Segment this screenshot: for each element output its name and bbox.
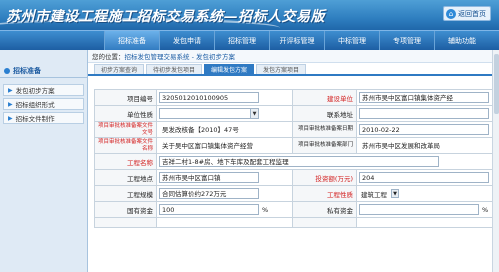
next-row-value: [156, 217, 293, 228]
project-name-field[interactable]: 吉祥二村1-8#房、地下车库及配套工程监理: [159, 156, 439, 167]
approval-authority-label: 项目审批核准备案部门: [292, 137, 357, 154]
approval-doc-no-label: 项目审批核准备案文件文号: [94, 121, 157, 138]
approval-date-label: 项目审批核准备案日期: [292, 121, 357, 138]
main-nav: 招标准备 发包申请 招标管理 开评标管理 中标管理 专项管理 辅助功能: [0, 30, 499, 51]
nav-item-tender[interactable]: 招标管理: [214, 31, 269, 51]
arrow-icon: ▶: [8, 114, 13, 122]
nav-item-prep[interactable]: 招标准备: [104, 31, 159, 51]
private-funds-unit: %: [482, 205, 489, 214]
project-type-value: 建筑工程: [361, 190, 387, 199]
home-icon: ⌂: [446, 8, 456, 19]
next-row-label: [94, 217, 157, 228]
project-type-select[interactable]: 建筑工程 ▼: [359, 188, 399, 199]
private-funds-field[interactable]: [359, 204, 479, 215]
sidebar-item-doc-make[interactable]: ▶ 招标文件制作: [3, 112, 84, 124]
nav-item-apply[interactable]: 发包申请: [159, 31, 214, 51]
arrow-icon: ▶: [8, 100, 13, 108]
unit-nature-select[interactable]: ▼: [159, 108, 259, 119]
chevron-down-icon: ▼: [250, 109, 258, 118]
tab-plan-projects[interactable]: 发包方案项目: [256, 64, 307, 74]
unit-nature-label: 单位性质: [94, 105, 157, 122]
project-code-label: 项目编号: [94, 89, 157, 106]
builder-field[interactable]: 苏州市吴中区富口镇集体资产经: [359, 92, 489, 103]
plan-form: 项目编号 3205012010100905 建设单位 苏州市吴中区富口镇集体资产…: [94, 89, 498, 228]
tab-edit-plan[interactable]: 编辑发包方案: [204, 64, 255, 74]
approval-authority-field[interactable]: 苏州市吴中区发展和改革局: [359, 140, 489, 151]
nav-item-aux[interactable]: 辅助功能: [434, 31, 489, 51]
location-label: 工程地点: [94, 169, 157, 186]
nav-item-special[interactable]: 专项管理: [379, 31, 434, 51]
sidebar-item-initial-plan[interactable]: ▶ 发包初步方案: [3, 84, 84, 96]
approval-date-field[interactable]: 2010-02-22: [359, 124, 489, 135]
sidebar-item-label: 发包初步方案: [15, 87, 55, 95]
sidebar-item-label: 招标文件制作: [15, 115, 55, 123]
sidebar-header-icon: [4, 67, 10, 74]
project-type-label: 工程性质: [292, 185, 357, 202]
investment-label: 投资额(万元): [292, 169, 357, 186]
project-name-label: 工程名称: [94, 153, 157, 170]
private-funds-label: 私有资金: [292, 201, 357, 218]
breadcrumb-prefix: 您的位置：: [92, 53, 125, 61]
home-label: 返回首页: [458, 9, 486, 18]
app-title: 苏州市建设工程施工招标交易系统—招标人交易版: [6, 9, 325, 25]
sidebar-item-label: 招标组织形式: [15, 101, 55, 109]
tab-bar: 初步方案查询 待初步发包项目 编辑发包方案 发包方案项目: [88, 64, 499, 76]
sidebar-header-label: 招标准备: [13, 66, 41, 75]
project-code-field[interactable]: 3205012010100905: [159, 92, 259, 103]
contact-addr-field[interactable]: [359, 108, 489, 119]
sidebar: 招标准备 ▶ 发包初步方案 ▶ 招标组织形式 ▶ 招标文件制作: [0, 50, 88, 272]
nav-item-award[interactable]: 中标管理: [324, 31, 379, 51]
location-field[interactable]: 苏州市吴中区富口镇: [159, 172, 259, 183]
state-funds-label: 国有资金: [94, 201, 157, 218]
sidebar-item-org-form[interactable]: ▶ 招标组织形式: [3, 98, 84, 110]
home-button[interactable]: ⌂ 返回首页: [443, 6, 491, 21]
approval-doc-no-field[interactable]: 吴发改核备【2010】47号: [159, 124, 279, 135]
sidebar-header: 招标准备: [0, 64, 87, 78]
breadcrumb: 您的位置： 招标发包管理交易系统 - 发包初步方案: [88, 50, 499, 63]
main-content: 您的位置： 招标发包管理交易系统 - 发包初步方案 初步方案查询 待初步发包项目…: [88, 50, 499, 272]
contact-addr-label: 联系地址: [292, 105, 357, 122]
scale-label: 工程规模: [94, 185, 157, 202]
scale-field[interactable]: 合同估算价约272万元: [159, 188, 259, 199]
arrow-icon: ▶: [8, 86, 13, 94]
chevron-down-icon: ▼: [391, 189, 399, 198]
investment-field[interactable]: 204: [359, 172, 489, 183]
nav-item-open-eval[interactable]: 开评标管理: [269, 31, 324, 51]
state-funds-field[interactable]: 100: [159, 204, 259, 215]
approval-doc-name-field[interactable]: 关于吴中区富口镇集体资产经营: [159, 140, 279, 151]
next-row-label-2: [292, 217, 357, 228]
builder-label: 建设单位: [292, 89, 357, 106]
tab-pending-projects[interactable]: 待初步发包项目: [146, 64, 203, 74]
approval-doc-name-label: 项目审批核准备案文件名称: [94, 137, 157, 154]
tab-plan-query[interactable]: 初步方案查询: [94, 64, 145, 74]
breadcrumb-path[interactable]: 招标发包管理交易系统 - 发包初步方案: [125, 51, 235, 61]
scrollbar-thumb[interactable]: [494, 54, 499, 114]
state-funds-unit: %: [262, 205, 269, 214]
vertical-scrollbar[interactable]: [492, 50, 499, 272]
header-banner: 苏州市建设工程施工招标交易系统—招标人交易版 ⌂ 返回首页: [0, 0, 499, 30]
next-row-value-2: [356, 217, 498, 228]
